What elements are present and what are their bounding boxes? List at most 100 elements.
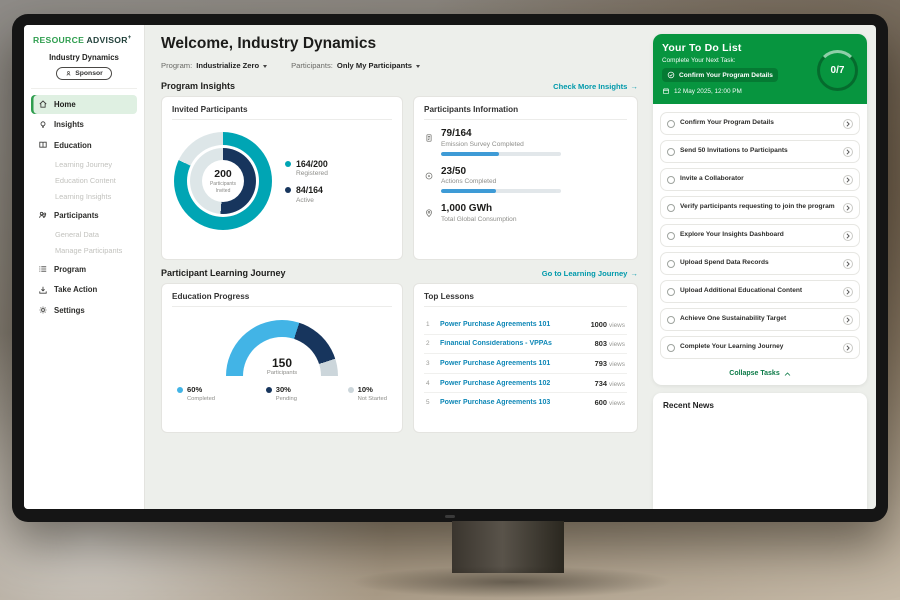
program-filter[interactable]: Program: Industrialize Zero — [161, 61, 267, 70]
monitor-brand-mark — [445, 515, 455, 518]
logo-text-secondary: ADVISOR+ — [86, 35, 131, 45]
go-to-learning-journey-link[interactable]: Go to Learning Journey → — [542, 269, 638, 278]
lesson-row: 1 Power Purchase Agreements 101 1000view… — [424, 315, 627, 335]
sidebar-item-program[interactable]: Program — [31, 260, 137, 279]
participants-filter[interactable]: Participants: Only My Participants — [291, 61, 420, 70]
task-label: Upload Spend Data Records — [680, 259, 838, 268]
person-icon — [65, 70, 72, 77]
chevron-right-icon — [843, 259, 853, 269]
task-checkbox[interactable] — [667, 204, 675, 212]
journey-cards-row: Education Progress 150 Participants — [161, 283, 638, 433]
todo-card: Your To Do List Complete Your Next Task:… — [653, 34, 867, 385]
lesson-link[interactable]: Financial Considerations - VPPAs — [440, 340, 589, 347]
sidebar-item-general-data[interactable]: General Data — [31, 226, 137, 242]
sidebar-item-learning-journey[interactable]: Learning Journey — [31, 156, 137, 172]
task-item[interactable]: Confirm Your Program Details — [660, 112, 860, 135]
calendar-icon — [662, 87, 670, 95]
task-checkbox[interactable] — [667, 148, 675, 156]
filters-row: Program: Industrialize Zero Participants… — [161, 61, 638, 70]
chevron-right-icon — [843, 203, 853, 213]
task-item[interactable]: Verify participants requesting to join t… — [660, 196, 860, 219]
views-suffix: views — [609, 381, 625, 388]
views-count: 600 — [595, 398, 607, 407]
sidebar-item-learning-insights[interactable]: Learning Insights — [31, 188, 137, 204]
donut-center-label: Participants Invited — [206, 181, 240, 194]
chevron-down-icon — [263, 65, 267, 68]
donut-center-value: 200 — [214, 168, 232, 180]
check-more-insights-link[interactable]: Check More Insights → — [553, 82, 638, 91]
main-content: Welcome, Industry Dynamics Program: Indu… — [145, 25, 650, 509]
next-task-pill[interactable]: Confirm Your Program Details — [662, 68, 778, 82]
sponsor-badge-label: Sponsor — [75, 70, 103, 77]
lesson-link[interactable]: Power Purchase Agreements 101 — [440, 321, 585, 328]
task-item[interactable]: Upload Additional Educational Content — [660, 280, 860, 303]
legend-label: Not Started — [358, 396, 387, 402]
legend-label: Completed — [187, 396, 215, 402]
sidebar-item-settings[interactable]: Settings — [31, 301, 137, 320]
chevron-up-icon — [784, 371, 791, 377]
legend-dot — [285, 161, 291, 167]
task-checkbox[interactable] — [667, 288, 675, 296]
lesson-link[interactable]: Power Purchase Agreements 101 — [440, 360, 589, 367]
task-item[interactable]: Explore Your Insights Dashboard — [660, 224, 860, 247]
lesson-views: 734views — [595, 379, 625, 388]
survey-icon — [424, 130, 434, 156]
task-checkbox[interactable] — [667, 316, 675, 324]
program-filter-label: Program: — [161, 61, 192, 70]
arrow-right-icon: → — [630, 82, 638, 91]
chevron-right-icon — [843, 287, 853, 297]
sponsor-badge[interactable]: Sponsor — [56, 67, 112, 80]
logo-plus: + — [128, 35, 132, 41]
collapse-tasks-link[interactable]: Collapse Tasks — [653, 364, 867, 385]
program-insights-section-header: Program Insights Check More Insights → — [161, 81, 638, 91]
legend-value: 84/164 — [296, 185, 323, 195]
sidebar-item-education-content[interactable]: Education Content — [31, 172, 137, 188]
task-item[interactable]: Invite a Collaborator — [660, 168, 860, 191]
participants-information-card: Participants Information 79/164 Emission… — [413, 96, 638, 260]
sidebar: RESOURCE ADVISOR+ Industry Dynamics Spon… — [24, 25, 145, 509]
lesson-views: 1000views — [591, 320, 625, 329]
logo-text-advisor: ADVISOR — [86, 35, 127, 45]
people-icon — [38, 210, 48, 220]
legend-dot — [285, 187, 291, 193]
invited-participants-card: Invited Participants 200 Participants In… — [161, 96, 403, 260]
legend-value: 10% — [358, 385, 387, 394]
metric-label: Total Global Consumption — [441, 216, 517, 223]
task-item[interactable]: Send 50 Invitations to Participants — [660, 140, 860, 163]
task-checkbox[interactable] — [667, 344, 675, 352]
views-count: 803 — [595, 339, 607, 348]
insights-cards-row: Invited Participants 200 Participants In… — [161, 96, 638, 260]
sidebar-item-label: Insights — [54, 120, 84, 129]
lesson-views: 793views — [595, 359, 625, 368]
education-progress-card: Education Progress 150 Participants — [161, 283, 403, 433]
sidebar-item-manage-participants[interactable]: Manage Participants — [31, 242, 137, 258]
dashboard-screen: RESOURCE ADVISOR+ Industry Dynamics Spon… — [24, 25, 876, 509]
lesson-row: 5 Power Purchase Agreements 103 600views — [424, 393, 627, 412]
sidebar-item-take-action[interactable]: Take Action — [31, 280, 137, 299]
metric-actions-completed: 23/50 Actions Completed — [424, 166, 627, 194]
participants-filter-value: Only My Participants — [337, 61, 412, 70]
task-label: Upload Additional Educational Content — [680, 287, 838, 296]
link-label: Go to Learning Journey — [542, 269, 628, 278]
task-checkbox[interactable] — [667, 260, 675, 268]
task-item[interactable]: Upload Spend Data Records — [660, 252, 860, 275]
next-task-label: Confirm Your Program Details — [679, 72, 773, 79]
lesson-rank: 2 — [426, 340, 434, 347]
task-checkbox[interactable] — [667, 232, 675, 240]
org-name: Industry Dynamics — [31, 53, 137, 62]
lesson-link[interactable]: Power Purchase Agreements 102 — [440, 380, 589, 387]
sidebar-item-education[interactable]: Education — [31, 136, 137, 155]
todo-panel: Your To Do List Complete Your Next Task:… — [650, 25, 876, 509]
chevron-right-icon — [843, 231, 853, 241]
lesson-link[interactable]: Power Purchase Agreements 103 — [440, 399, 589, 406]
metric-label: Emission Survey Completed — [441, 141, 561, 148]
task-checkbox[interactable] — [667, 176, 675, 184]
sidebar-item-participants[interactable]: Participants — [31, 206, 137, 225]
task-item[interactable]: Complete Your Learning Journey — [660, 336, 860, 359]
legend-item-registered: 164/200 Registered — [285, 159, 328, 178]
task-checkbox[interactable] — [667, 120, 675, 128]
todo-header: Your To Do List Complete Your Next Task:… — [653, 34, 867, 104]
sidebar-item-home[interactable]: Home — [31, 95, 137, 114]
task-item[interactable]: Achieve One Sustainability Target — [660, 308, 860, 331]
sidebar-item-insights[interactable]: Insights — [31, 115, 137, 134]
